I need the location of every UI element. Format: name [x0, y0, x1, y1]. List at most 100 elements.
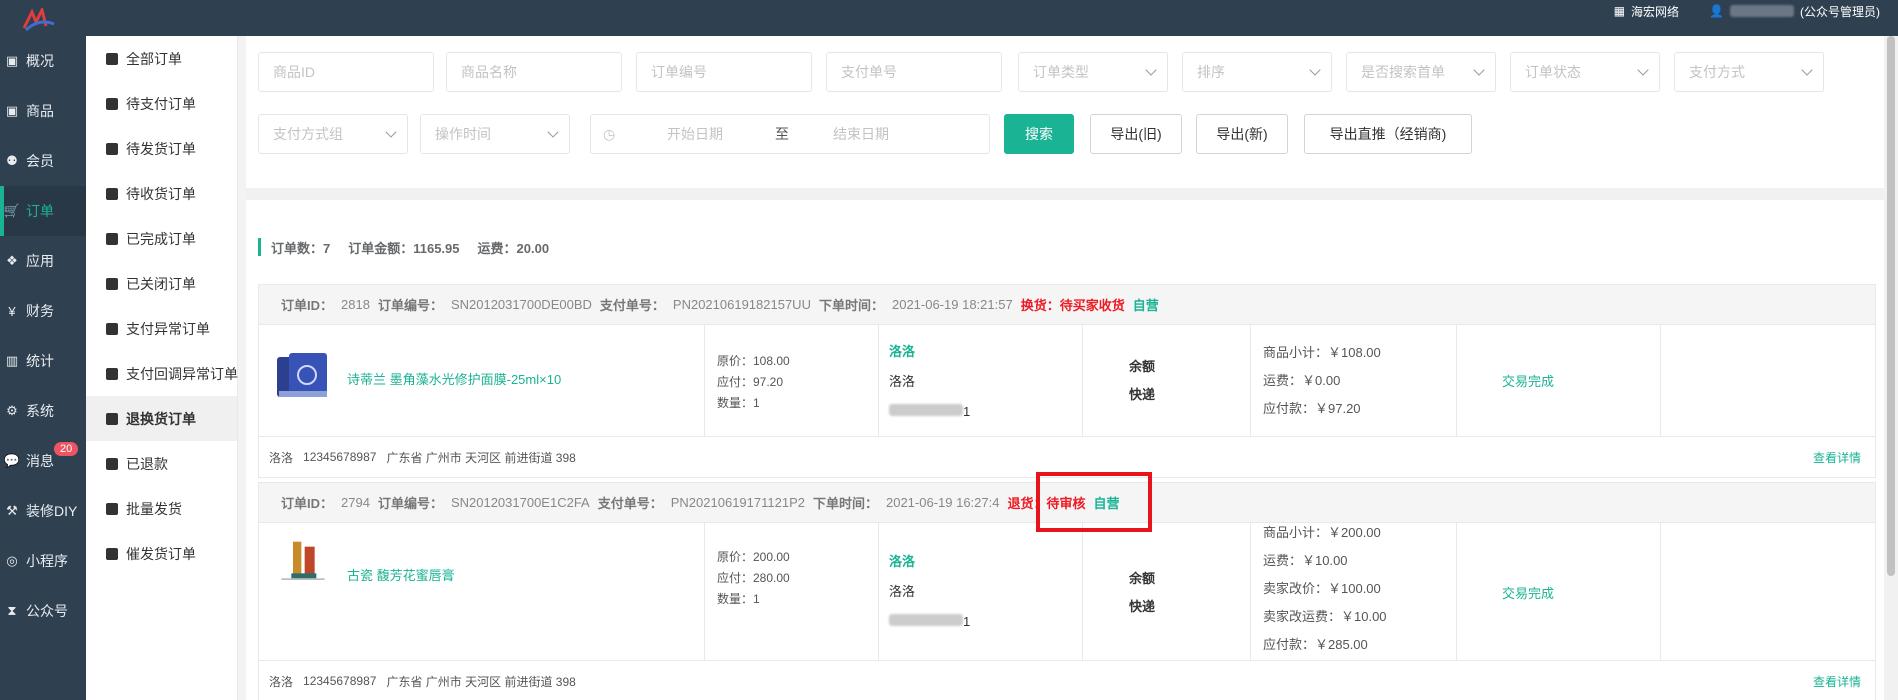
receiver-phone: 12345678987 [303, 450, 377, 464]
pay-no-label: 支付单号： [599, 298, 665, 313]
order-time-label: 下单时间： [812, 496, 878, 511]
subnav-label: 已关闭订单 [126, 275, 196, 292]
order-status-select[interactable]: 订单状态 [1510, 52, 1660, 92]
view-detail-link[interactable]: 查看详情 [1813, 449, 1861, 466]
scrollbar-thumb[interactable] [1887, 36, 1895, 576]
subnav-label: 批量发货 [126, 500, 182, 517]
redacted-username [1730, 5, 1794, 17]
receiver-name: 洛洛 [269, 450, 294, 465]
trash-icon [106, 367, 118, 380]
product-name-link[interactable]: 诗蒂兰 墨角藻水光修护面膜-25ml×10 [347, 369, 561, 388]
subnav-label: 已完成订单 [126, 230, 196, 247]
subnav-urge-ship[interactable]: 催发货订单 [86, 531, 237, 576]
receiver-name: 洛洛 [269, 674, 294, 689]
search-button[interactable]: 搜索 [1004, 114, 1074, 154]
price-col [705, 523, 879, 660]
subnav-pending-shipment[interactable]: 待发货订单 [86, 126, 237, 171]
subnav-callback-error[interactable]: 支付回调异常订单 [86, 351, 238, 396]
sidebar-item-label: 应用 [26, 253, 54, 269]
sidebar-item-stats[interactable]: ▥ 统计 [0, 336, 86, 386]
paper-plane-icon [106, 502, 118, 515]
end-date-input[interactable]: 结束日期 [833, 115, 889, 153]
copy-icon [106, 52, 118, 65]
subnav-batch-ship[interactable]: 批量发货 [86, 486, 237, 531]
chevron-down-icon [547, 126, 559, 138]
chevron-down-icon [1309, 64, 1321, 76]
self-operated-tag: 自营 [1132, 298, 1159, 313]
cart-icon: 🛒 [3, 203, 21, 218]
sidebar-item-overview[interactable]: ▣ 概况 [0, 36, 86, 86]
chevron-down-icon [1145, 64, 1157, 76]
product-col: 古瓷 馥芳花蜜唇膏 [259, 523, 705, 660]
product-image [281, 541, 325, 580]
order-type-select[interactable]: 订单类型 [1018, 52, 1168, 92]
select-placeholder: 支付方式组 [273, 126, 343, 142]
pay-no: PN20210619182157UU [672, 297, 811, 312]
subnav-label: 待收货订单 [126, 185, 196, 202]
subnav-returns[interactable]: 退换货订单 [86, 396, 237, 441]
status-col-border [1457, 325, 1661, 436]
subnav-pending-payment[interactable]: 待支付订单 [86, 81, 237, 126]
order-body: 诗蒂兰 墨角藻水光修护面膜-25ml×10 原价：108.00 应付：97.20… [259, 325, 1875, 437]
date-range-picker[interactable]: ◷ 开始日期 至 结束日期 [590, 114, 990, 154]
sidebar-item-finance[interactable]: ¥ 财务 [0, 286, 86, 336]
product-id-input[interactable]: 商品ID [258, 52, 434, 92]
op-time-select[interactable]: 操作时间 [420, 114, 570, 154]
sidebar-item-official-account[interactable]: ⧗ 公众号 [0, 586, 86, 636]
payment-col-border [1083, 523, 1251, 660]
company-menu[interactable]: ▦ 海宏网络 [1614, 3, 1679, 20]
view-detail-link[interactable]: 查看详情 [1813, 673, 1861, 690]
order-body: 古瓷 馥芳花蜜唇膏 原价：200.00 应付：280.00 数量：1 洛洛 洛洛… [259, 523, 1875, 661]
order-count: 订单数：7 [271, 240, 331, 256]
order-footer: 洛洛 12345678987 广东省 广州市 天河区 前进街道 398 查看详情 [259, 437, 1875, 477]
sidebar-item-products[interactable]: ▣ 商品 [0, 86, 86, 136]
user-menu[interactable]: 👤 (公众号管理员) [1709, 3, 1880, 20]
subnav-payment-error[interactable]: 支付异常订单 [86, 306, 237, 351]
order-amount: 订单金额：1165.95 [348, 240, 460, 256]
top-bar: ▦ 海宏网络 👤 (公众号管理员) [0, 0, 1898, 36]
subnav-refunded[interactable]: 已退款 [86, 441, 237, 486]
sidebar-item-messages[interactable]: 💬 消息 20 [0, 436, 86, 486]
order-header: 订单ID： 2818 订单编号： SN2012031700DE00BD 支付单号： P… [259, 285, 1875, 325]
subnav-label: 支付回调异常订单 [126, 365, 238, 382]
first-order-select[interactable]: 是否搜索首单 [1346, 52, 1496, 92]
product-name-input[interactable]: 商品名称 [446, 52, 622, 92]
start-date-input[interactable]: 开始日期 [667, 115, 723, 153]
cubes-icon: ❖ [6, 253, 18, 268]
subnav-pending-receipt[interactable]: 待收货订单 [86, 171, 237, 216]
subnav-completed[interactable]: 已完成订单 [86, 216, 237, 261]
export-new-button[interactable]: 导出(新) [1196, 114, 1288, 154]
pay-method-group-select[interactable]: 支付方式组 [258, 114, 408, 154]
order-subnav: 全部订单 待支付订单 待发货订单 待收货订单 已完成订单 已关闭订单 支付异常订… [86, 36, 238, 700]
sidebar-item-miniprogram[interactable]: ◎ 小程序 [0, 536, 86, 586]
subnav-all-orders[interactable]: 全部订单 [86, 36, 237, 81]
dashboard-icon: ▣ [5, 53, 19, 68]
subnav-closed[interactable]: 已关闭订单 [86, 261, 237, 306]
sidebar-item-orders[interactable]: 🛒 订单 [0, 186, 86, 236]
sidebar-item-diy[interactable]: ⚒ 装修DIY [0, 486, 86, 536]
sort-select[interactable]: 排序 [1182, 52, 1332, 92]
sidebar-item-label: 公众号 [26, 603, 68, 619]
export-direct-button[interactable]: 导出直推（经销商) [1304, 114, 1472, 154]
receiver-address: 广东省 广州市 天河区 前进街道 398 [386, 450, 576, 465]
subnav-label: 已退款 [126, 455, 168, 472]
filter-panel: 商品ID 商品名称 订单编号 支付单号 订单类型 排序 是否搜索首单 订单状态 … [246, 36, 1884, 188]
order-time-label: 下单时间： [818, 298, 884, 313]
product-col: 诗蒂兰 墨角藻水光修护面膜-25ml×10 [259, 325, 705, 436]
product-image [277, 353, 327, 397]
sidebar-item-members[interactable]: ⚉ 会员 [0, 136, 86, 186]
gears-icon: ⚙ [6, 403, 18, 418]
pay-no: PN20210619171121P2 [670, 495, 805, 510]
sidebar-item-system[interactable]: ⚙ 系统 [0, 386, 86, 436]
main-sidebar: ▣ 概况 ▣ 商品 ⚉ 会员 🛒 订单 ❖ 应用 ¥ 财务 ▥ 统计 ⚙ 系统 💬 消息 20 ⚒ 装… [0, 36, 86, 700]
order-no-input[interactable]: 订单编号 [636, 52, 812, 92]
pay-no-input[interactable]: 支付单号 [826, 52, 1002, 92]
export-old-button[interactable]: 导出(旧) [1090, 114, 1182, 154]
vertical-scrollbar[interactable] [1884, 36, 1898, 700]
pay-method-select[interactable]: 支付方式 [1674, 52, 1824, 92]
sidebar-item-apps[interactable]: ❖ 应用 [0, 236, 86, 286]
sidebar-item-label: 装修DIY [26, 503, 78, 519]
trash-icon [106, 277, 118, 290]
order-id: 2818 [341, 297, 370, 312]
product-name-link[interactable]: 古瓷 馥芳花蜜唇膏 [347, 565, 455, 584]
